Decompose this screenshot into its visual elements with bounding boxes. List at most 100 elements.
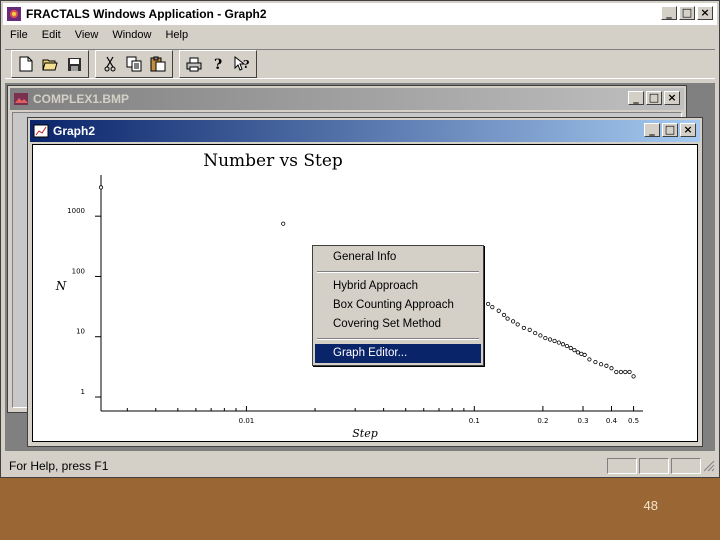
scatter-point: [572, 347, 577, 353]
scatter-point: [515, 322, 520, 327]
menu-edit[interactable]: Edit: [35, 29, 68, 41]
ctx-box-counting-approach[interactable]: Box Counting Approach: [315, 296, 481, 315]
toolbar-group-misc: ? ?: [179, 50, 257, 78]
resize-grip-icon[interactable]: [701, 458, 717, 475]
scatter-point: [556, 340, 561, 345]
paste-icon[interactable]: [146, 53, 170, 75]
x-tick-label: 0.3: [577, 417, 588, 425]
scatter-point: [609, 366, 614, 371]
x-tick-label: 0.5: [628, 417, 639, 425]
y-tick-label: 1000: [67, 207, 85, 215]
graph-context-menu: General Info Hybrid Approach Box Countin…: [312, 245, 484, 366]
print-icon[interactable]: [182, 53, 206, 75]
slide-number: 48: [643, 498, 658, 513]
menu-help[interactable]: Help: [158, 29, 195, 41]
menu-view[interactable]: View: [68, 29, 106, 41]
ctx-separator: [317, 271, 479, 273]
y-tick-label: 10: [76, 328, 85, 336]
status-bar: For Help, press F1: [3, 456, 717, 476]
new-icon[interactable]: [14, 53, 38, 75]
y-tick-label: 100: [72, 267, 85, 275]
scatter-point: [627, 369, 632, 375]
toolbar-group-edit: [95, 50, 173, 78]
scatter-point: [568, 345, 573, 351]
menu-bar: File Edit View Window Help: [3, 25, 717, 45]
complex-minimize-button[interactable]: _: [628, 91, 644, 105]
scatter-point: [521, 325, 526, 331]
scatter-point: [98, 185, 104, 190]
scatter-point: [614, 369, 619, 375]
context-help-icon[interactable]: ?: [230, 53, 254, 75]
open-icon[interactable]: [38, 53, 62, 75]
y-axis-ticks: 1 10 100 1000: [67, 207, 101, 398]
toolbar-group-file: [11, 50, 89, 78]
scatter-point: [533, 330, 538, 336]
graph-doc-icon: [33, 123, 49, 139]
graph-close-button[interactable]: ×: [680, 123, 696, 137]
chart-title: Number vs Step: [203, 151, 343, 171]
x-axis-ticks: 0.01 0.1 0.2 0.3 0.4 0.5: [126, 406, 639, 425]
x-tick-label: 0.1: [469, 417, 480, 425]
complex-close-button[interactable]: ×: [664, 91, 680, 105]
svg-text:?: ?: [243, 58, 249, 71]
status-text: For Help, press F1: [9, 459, 109, 473]
status-pane-2: [639, 458, 669, 474]
main-title: FRACTALS Windows Application - Graph2: [26, 6, 267, 21]
ctx-graph-editor[interactable]: Graph Editor...: [315, 344, 481, 363]
scatter-point: [593, 359, 598, 365]
slide-footer: 48: [0, 478, 720, 540]
scatter-point: [598, 362, 604, 367]
maximize-button[interactable]: □: [679, 6, 695, 20]
scatter-point: [631, 374, 636, 379]
menu-window[interactable]: Window: [105, 29, 158, 41]
ctx-hybrid-approach[interactable]: Hybrid Approach: [315, 277, 481, 296]
ctx-general-info[interactable]: General Info: [315, 248, 481, 267]
scatter-point: [618, 369, 624, 375]
scatter-point: [579, 351, 584, 356]
y-axis-label: N: [55, 279, 67, 293]
graph-minimize-button[interactable]: _: [644, 123, 660, 137]
scatter-point: [501, 312, 507, 318]
scatter-point: [552, 338, 557, 344]
minimize-button[interactable]: _: [661, 6, 677, 20]
image-doc-icon: [13, 91, 29, 107]
scatter-point: [486, 301, 491, 307]
scatter-point: [547, 337, 553, 342]
help-icon[interactable]: ?: [206, 53, 230, 75]
complex-maximize-button[interactable]: □: [646, 91, 662, 105]
scatter-point: [527, 327, 532, 332]
scatter-point: [510, 319, 516, 324]
main-window: FRACTALS Windows Application - Graph2 _ …: [0, 0, 720, 478]
scatter-point: [505, 316, 510, 321]
ctx-covering-set-method[interactable]: Covering Set Method: [315, 315, 481, 334]
scatter-point: [560, 342, 566, 347]
graph-title: Graph2: [53, 124, 96, 138]
scatter-point: [490, 305, 495, 310]
cut-icon[interactable]: [98, 53, 122, 75]
scatter-point: [564, 343, 570, 349]
scatter-point: [538, 333, 543, 338]
status-pane-1: [607, 458, 637, 474]
copy-icon[interactable]: [122, 53, 146, 75]
save-icon[interactable]: [62, 53, 86, 75]
main-titlebar[interactable]: FRACTALS Windows Application - Graph2 _ …: [3, 3, 717, 25]
ctx-separator: [317, 338, 479, 340]
menu-file[interactable]: File: [3, 29, 35, 41]
complex-titlebar[interactable]: COMPLEX1.BMP _ □ ×: [10, 88, 684, 110]
toolbar: ? ?: [5, 49, 715, 79]
scatter-point: [543, 335, 548, 341]
x-axis-label: Step: [352, 427, 378, 440]
scatter-point: [496, 308, 501, 313]
graph-titlebar[interactable]: Graph2 _ □ ×: [30, 120, 700, 142]
scatter-point: [604, 363, 609, 368]
scatter-point: [281, 221, 286, 226]
x-tick-label: 0.2: [537, 417, 548, 425]
status-pane-3: [671, 458, 701, 474]
x-tick-label: 0.4: [606, 417, 618, 425]
graph-maximize-button[interactable]: □: [662, 123, 678, 137]
close-button[interactable]: ×: [697, 6, 713, 20]
x-tick-label: 0.01: [239, 417, 255, 425]
scatter-point: [623, 369, 628, 375]
complex-title: COMPLEX1.BMP: [33, 92, 130, 106]
scatter-point: [575, 350, 581, 355]
